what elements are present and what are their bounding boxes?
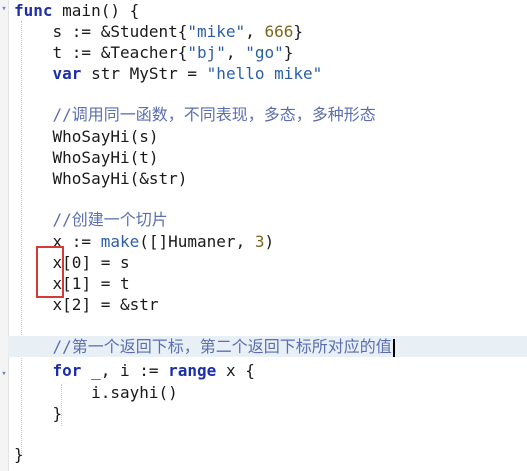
fold-marker-icon[interactable]: ▾ (0, 3, 8, 15)
code-line-whosayhi-t[interactable]: WhoSayHi(t) (14, 147, 527, 168)
code-line-close-main[interactable]: } (14, 444, 527, 465)
code-line-assign-2[interactable]: x[2] = &str (14, 294, 527, 315)
code-line-make-slice[interactable]: x := make([]Humaner, 3) (14, 231, 527, 252)
code-line-whosayhi-s[interactable]: WhoSayHi(s) (14, 126, 527, 147)
code-line-assign-0[interactable]: x[0] = s (14, 252, 527, 273)
code-line-for-range[interactable]: for _, i := range x { (14, 360, 527, 381)
code-line-student[interactable]: s := &Student{"mike", 666} (14, 21, 527, 42)
code-line-teacher[interactable]: t := &Teacher{"bj", "go"} (14, 42, 527, 63)
code-line-comment-range[interactable]: //第一个返回下标，第二个返回下标所对应的值 (8, 336, 527, 357)
code-line-whosayhi-str[interactable]: WhoSayHi(&str) (14, 168, 527, 189)
fold-marker-icon[interactable]: ▾ (0, 368, 8, 380)
code-line-var-str[interactable]: var str MyStr = "hello mike" (14, 63, 527, 84)
code-editor[interactable]: ▾ ▾ func main() { s := &Student{"mike", … (0, 0, 527, 471)
text-cursor (392, 338, 395, 357)
code-line-sayhi[interactable]: i.sayhi() (14, 382, 527, 403)
editor-gutter (0, 0, 9, 471)
code-line-func-main[interactable]: func main() { (14, 0, 527, 21)
code-line-comment-polymorphism[interactable]: //调用同一函数，不同表现，多态，多种形态 (14, 104, 527, 125)
code-line-comment-slice[interactable]: //创建一个切片 (14, 209, 527, 230)
code-line-close-for[interactable]: } (14, 403, 527, 424)
red-highlight-box (36, 246, 64, 298)
code-line-assign-1[interactable]: x[1] = t (14, 273, 527, 294)
